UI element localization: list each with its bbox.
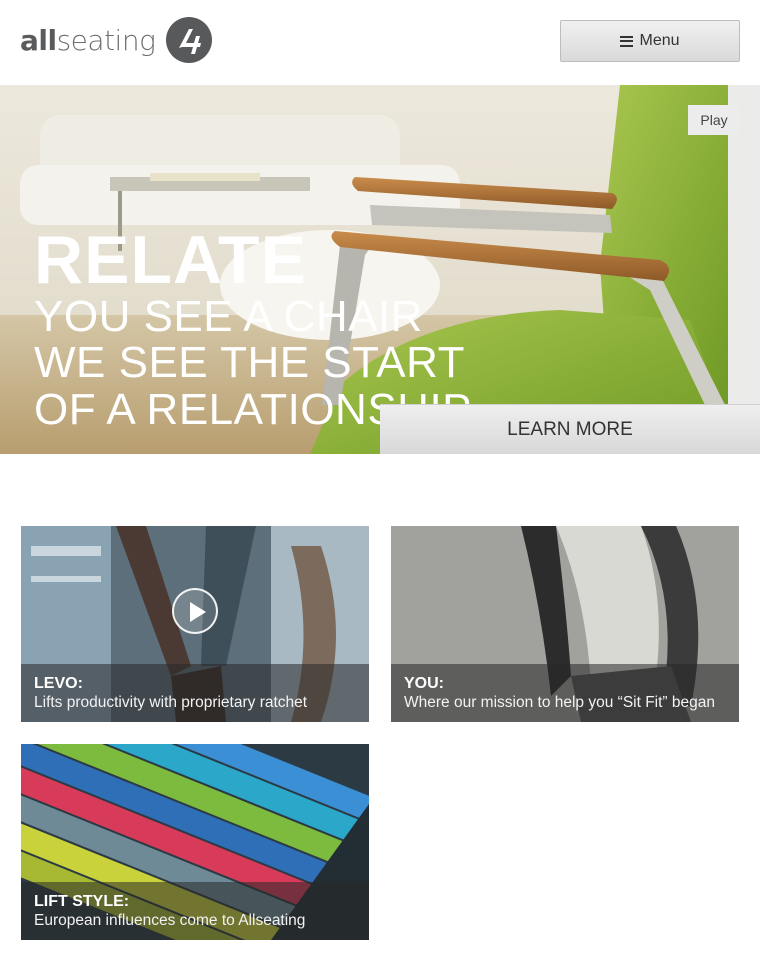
tile-subtitle: Where our mission to help you “Sit Fit” …: [404, 694, 715, 711]
tile-caption: LEVO: Lifts productivity with proprietar…: [21, 664, 369, 722]
feature-tile-lift-style[interactable]: LIFT STYLE: European influences come to …: [21, 744, 369, 940]
allseating-logo[interactable]: allseating: [20, 16, 213, 64]
tile-subtitle: European influences come to Allseating: [34, 912, 306, 929]
hero-tagline-line-2: WE SEE THE START: [34, 338, 465, 387]
logo-wordmark: allseating: [20, 23, 156, 57]
menu-button-label: Menu: [639, 32, 680, 49]
learn-more-button[interactable]: LEARN MORE: [380, 404, 760, 454]
hamburger-icon: [620, 35, 634, 47]
site-header: allseating Menu: [0, 0, 760, 85]
hero-heading: RELATE: [34, 222, 307, 298]
tile-title: LEVO:: [34, 675, 83, 692]
feature-tile-you[interactable]: YOU: Where our mission to help you “Sit …: [391, 526, 739, 722]
feature-tile-levo[interactable]: LEVO: Lifts productivity with proprietar…: [21, 526, 369, 722]
hero-tagline-line-1: YOU SEE A CHAIR: [34, 292, 423, 341]
play-circle-icon[interactable]: [172, 588, 218, 634]
menu-button[interactable]: Menu: [560, 20, 740, 62]
tile-title: YOU:: [404, 675, 444, 692]
allseating-logo-icon: [166, 17, 213, 63]
tile-subtitle: Lifts productivity with proprietary ratc…: [34, 694, 308, 711]
logo-prefix: all: [20, 23, 57, 57]
logo-suffix: seating: [56, 23, 156, 57]
hero-play-button[interactable]: Play: [688, 105, 740, 135]
tile-caption: LIFT STYLE: European influences come to …: [21, 882, 369, 940]
tile-caption: YOU: Where our mission to help you “Sit …: [391, 664, 739, 722]
hero-banner: RELATE YOU SEE A CHAIR WE SEE THE START …: [0, 85, 760, 454]
tile-title: LIFT STYLE:: [34, 893, 130, 910]
